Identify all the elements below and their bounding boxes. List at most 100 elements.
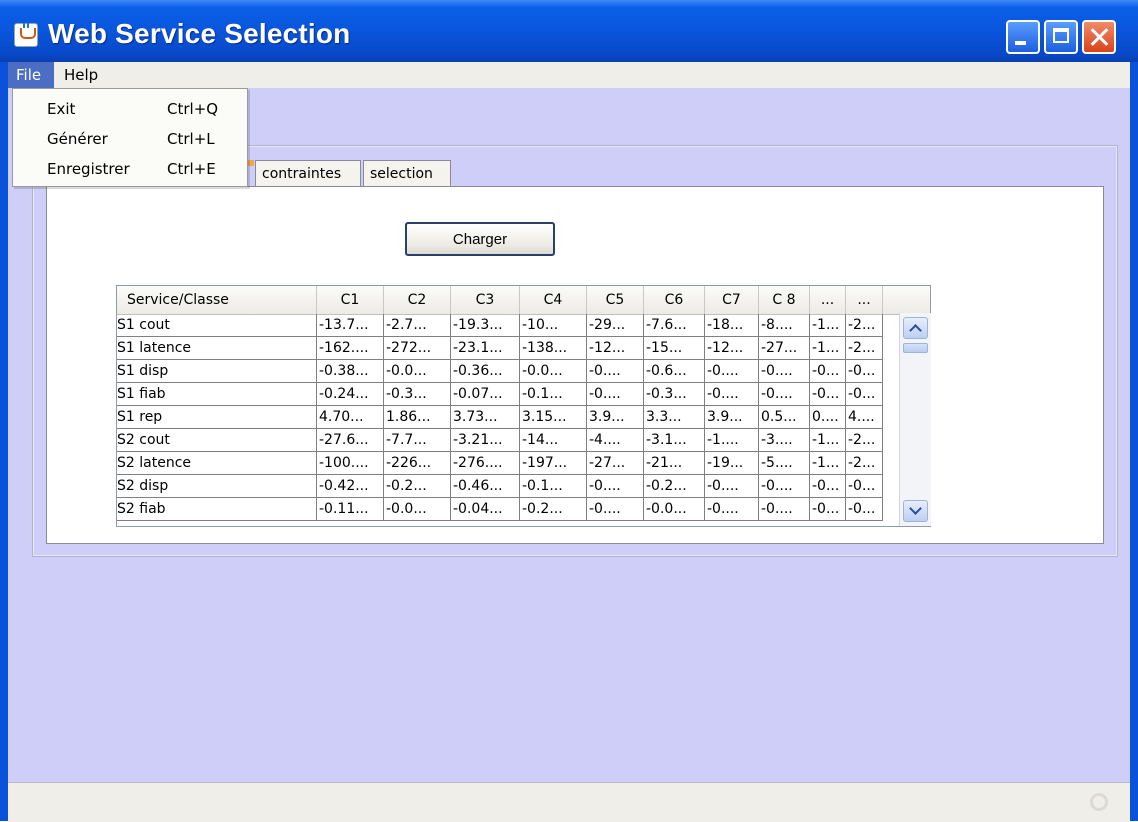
table-cell[interactable]: -0.... xyxy=(587,383,644,406)
table-cell[interactable]: -0.24... xyxy=(317,383,384,406)
table-cell[interactable]: -0.2... xyxy=(384,475,451,498)
table-cell[interactable]: -0.... xyxy=(759,360,810,383)
column-header[interactable]: ... xyxy=(846,286,883,314)
table-cell[interactable]: -0.... xyxy=(759,475,810,498)
table-cell[interactable]: -0.... xyxy=(759,498,810,521)
table-cell[interactable]: -162.... xyxy=(317,337,384,360)
table-cell[interactable]: -2... xyxy=(846,314,883,337)
table-cell[interactable]: 4.70... xyxy=(317,406,384,429)
table-cell[interactable]: -0... xyxy=(810,498,846,521)
menu-item-exit[interactable]: Exit Ctrl+Q xyxy=(13,94,247,124)
table-cell[interactable]: -14... xyxy=(520,429,587,452)
table-cell[interactable]: -2... xyxy=(846,337,883,360)
table-cell[interactable]: 3.9... xyxy=(587,406,644,429)
row-label-cell[interactable]: S1 latence xyxy=(117,337,317,360)
table-cell[interactable]: -0.3... xyxy=(644,383,705,406)
row-label-cell[interactable]: S2 latence xyxy=(117,452,317,475)
column-header[interactable]: C3 xyxy=(451,286,520,314)
row-label-cell[interactable]: S1 fiab xyxy=(117,383,317,406)
table-cell[interactable]: -0.2... xyxy=(644,475,705,498)
menu-file[interactable]: File xyxy=(8,62,54,88)
table-cell[interactable]: -0.0... xyxy=(384,498,451,521)
table-cell[interactable]: -19... xyxy=(705,452,759,475)
table-cell[interactable]: -19.3... xyxy=(451,314,520,337)
java-icon[interactable] xyxy=(14,23,38,47)
scroll-down-icon[interactable] xyxy=(903,500,928,522)
table-cell[interactable]: -0.... xyxy=(759,383,810,406)
table-cell[interactable]: -0.04... xyxy=(451,498,520,521)
table-cell[interactable]: 3.73... xyxy=(451,406,520,429)
table-cell[interactable]: -0.36... xyxy=(451,360,520,383)
table-cell[interactable]: -2... xyxy=(846,452,883,475)
table-cell[interactable]: -3.21... xyxy=(451,429,520,452)
table-cell[interactable]: -2.7... xyxy=(384,314,451,337)
column-header[interactable]: C2 xyxy=(384,286,451,314)
tab-contraintes[interactable]: contraintes xyxy=(255,160,361,186)
table-cell[interactable]: -0.11... xyxy=(317,498,384,521)
row-label-cell[interactable]: S1 disp xyxy=(117,360,317,383)
table-cell[interactable]: -100.... xyxy=(317,452,384,475)
column-header[interactable]: C1 xyxy=(317,286,384,314)
table-cell[interactable]: -1... xyxy=(810,429,846,452)
table-cell[interactable]: -0.... xyxy=(587,360,644,383)
table-cell[interactable]: -272... xyxy=(384,337,451,360)
table-cell[interactable]: -0.... xyxy=(587,498,644,521)
table-cell[interactable]: -0.46... xyxy=(451,475,520,498)
column-header[interactable]: C6 xyxy=(644,286,705,314)
table-cell[interactable]: -4.... xyxy=(587,429,644,452)
table-cell[interactable]: -2... xyxy=(846,429,883,452)
table-cell[interactable]: -0.... xyxy=(705,475,759,498)
row-label-cell[interactable]: S2 disp xyxy=(117,475,317,498)
table-cell[interactable]: 4.... xyxy=(846,406,883,429)
table-cell[interactable]: -18... xyxy=(705,314,759,337)
menu-item-enregistrer[interactable]: Enregistrer Ctrl+E xyxy=(13,154,247,184)
table-cell[interactable]: -0.0... xyxy=(384,360,451,383)
table-cell[interactable]: -226... xyxy=(384,452,451,475)
table-cell[interactable]: -0... xyxy=(846,360,883,383)
table-cell[interactable]: -0... xyxy=(810,383,846,406)
table-cell[interactable]: 1.86... xyxy=(384,406,451,429)
maximize-button[interactable] xyxy=(1044,20,1078,54)
table-cell[interactable]: -0.... xyxy=(705,498,759,521)
row-label-cell[interactable]: S2 fiab xyxy=(117,498,317,521)
table-cell[interactable]: -10... xyxy=(520,314,587,337)
vertical-scrollbar[interactable] xyxy=(899,313,931,526)
table-cell[interactable]: -1... xyxy=(810,452,846,475)
table-cell[interactable]: -1... xyxy=(810,314,846,337)
table-cell[interactable]: 3.9... xyxy=(705,406,759,429)
scroll-thumb[interactable] xyxy=(903,343,928,353)
table-cell[interactable]: -3.1... xyxy=(644,429,705,452)
table-cell[interactable]: -0... xyxy=(846,498,883,521)
title-bar[interactable]: Web Service Selection xyxy=(0,0,1138,62)
table-cell[interactable]: 3.15... xyxy=(520,406,587,429)
table-cell[interactable]: -138... xyxy=(520,337,587,360)
table-cell[interactable]: -0... xyxy=(810,475,846,498)
table-cell[interactable]: 3.3... xyxy=(644,406,705,429)
table-cell[interactable]: -0.2... xyxy=(520,498,587,521)
table-cell[interactable]: -12... xyxy=(705,337,759,360)
table-cell[interactable]: -7.7... xyxy=(384,429,451,452)
row-label-cell[interactable]: S2 cout xyxy=(117,429,317,452)
table-cell[interactable]: 0.... xyxy=(810,406,846,429)
column-header[interactable]: Service/Classe xyxy=(117,286,317,314)
column-header[interactable]: C 8 xyxy=(759,286,810,314)
table-cell[interactable]: -0... xyxy=(846,475,883,498)
table-cell[interactable]: -12... xyxy=(587,337,644,360)
table-cell[interactable]: -27.6... xyxy=(317,429,384,452)
column-header[interactable]: C5 xyxy=(587,286,644,314)
tab-selection[interactable]: selection xyxy=(363,160,451,186)
table-cell[interactable]: -0.07... xyxy=(451,383,520,406)
close-button[interactable] xyxy=(1082,20,1116,54)
table-cell[interactable]: -0.1... xyxy=(520,383,587,406)
table-cell[interactable]: -0.0... xyxy=(520,360,587,383)
table-cell[interactable]: -8.... xyxy=(759,314,810,337)
table-cell[interactable]: -23.1... xyxy=(451,337,520,360)
table-cell[interactable]: -0.... xyxy=(587,475,644,498)
column-header[interactable]: C7 xyxy=(705,286,759,314)
table-cell[interactable]: -0.... xyxy=(705,383,759,406)
minimize-button[interactable] xyxy=(1006,20,1040,54)
table-cell[interactable]: -1... xyxy=(810,337,846,360)
table-cell[interactable]: -0... xyxy=(810,360,846,383)
column-header[interactable]: ... xyxy=(810,286,846,314)
table-cell[interactable]: -15... xyxy=(644,337,705,360)
